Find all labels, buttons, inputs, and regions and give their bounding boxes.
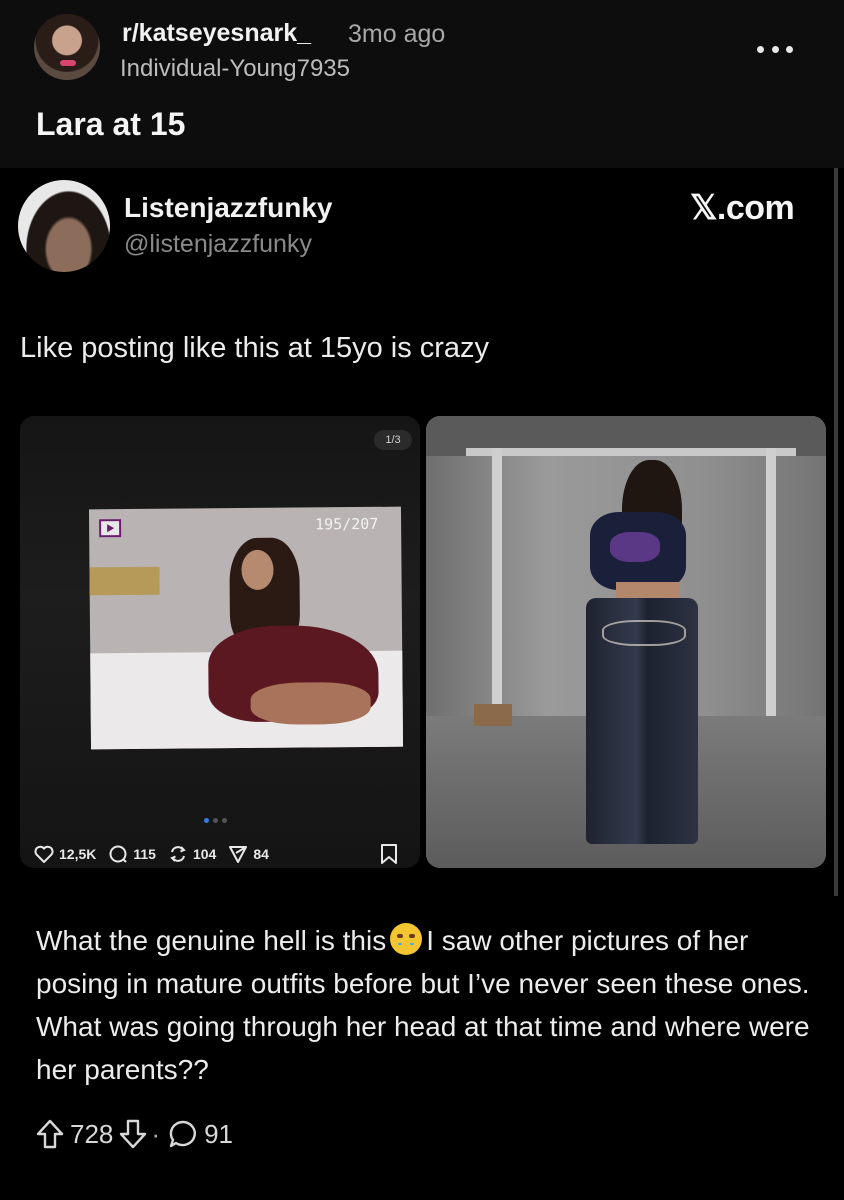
carousel-counter: 1/3 [374, 430, 412, 450]
more-dots-icon [771, 45, 779, 53]
photo-box [474, 704, 512, 726]
more-dots-icon [786, 45, 793, 53]
shares-stat: 84 [228, 844, 269, 864]
post-header: r/katseyesnark_ 3mo ago Individual-Young… [0, 0, 844, 168]
post-body-text-start: What the genuine hell is this [36, 925, 387, 956]
reposts-count: 104 [192, 846, 217, 862]
dot [213, 818, 218, 823]
shares-count: 84 [253, 846, 269, 862]
comments-stat: 115 [108, 844, 156, 864]
upvote-arrow-icon[interactable] [36, 1119, 64, 1149]
subreddit-avatar[interactable] [34, 14, 100, 80]
photo-figure-face [241, 549, 274, 591]
heart-icon [34, 845, 54, 863]
tweet-source-label: 𝕏.com [690, 189, 795, 227]
tweet-display-name: Listenjazzfunky [124, 192, 333, 223]
tweet-image-left: 1/3 195/207 12,5K 115 104 84 [20, 416, 420, 868]
more-options-button[interactable] [757, 34, 793, 64]
comments-count: 115 [133, 846, 156, 862]
photo-figure-legs [250, 681, 371, 725]
photo-person-jeans [586, 598, 698, 844]
photo-rail [466, 448, 796, 456]
comment-bubble-icon[interactable] [168, 1119, 198, 1149]
play-icon [99, 519, 122, 538]
separator: · [151, 1118, 161, 1149]
post-actions: 728 · 91 [36, 1114, 239, 1154]
post-username[interactable]: Individual-Young7935 [120, 55, 350, 83]
tweet-image-right [426, 416, 826, 868]
comment-icon [109, 845, 128, 863]
tweet-handle: @listenjazzfunky [124, 230, 312, 258]
photo-pole [492, 448, 502, 718]
loudly-crying-face-icon [390, 923, 423, 955]
reposts-stat: 104 [168, 844, 216, 864]
scrollbar[interactable] [834, 168, 838, 896]
comment-count: 91 [204, 1118, 233, 1149]
dot [222, 818, 227, 823]
repost-icon [170, 846, 186, 862]
tweet-text: Like posting like this at 15yo is crazy [20, 332, 490, 364]
camera-screen-photo: 195/207 [88, 506, 404, 750]
upvote-count: 728 [70, 1118, 114, 1149]
image-stats-bar: 12,5K 115 104 84 [34, 840, 281, 868]
dot [204, 818, 209, 823]
photo-person-top [590, 512, 686, 590]
carousel-dots [204, 818, 227, 823]
photo-headboard [89, 566, 160, 596]
likes-stat: 12,5K [34, 845, 96, 863]
camera-photo-counter: 195/207 [315, 514, 379, 534]
post-body: What the genuine hell is this I saw other… [36, 919, 816, 1091]
tweet-author-avatar [18, 180, 110, 272]
likes-count: 12,5K [59, 846, 97, 862]
embedded-tweet-image[interactable]: Listenjazzfunky @listenjazzfunky 𝕏.com L… [0, 168, 844, 896]
post-title: Lara at 15 [36, 106, 186, 142]
post-time: 3mo ago [348, 20, 446, 48]
subreddit-name[interactable]: r/katseyesnark_ [122, 19, 311, 48]
more-dots-icon [757, 45, 764, 53]
photo-pole [766, 448, 776, 718]
send-icon [229, 846, 248, 863]
downvote-arrow-icon[interactable] [119, 1119, 147, 1149]
bookmark-icon [381, 844, 397, 864]
